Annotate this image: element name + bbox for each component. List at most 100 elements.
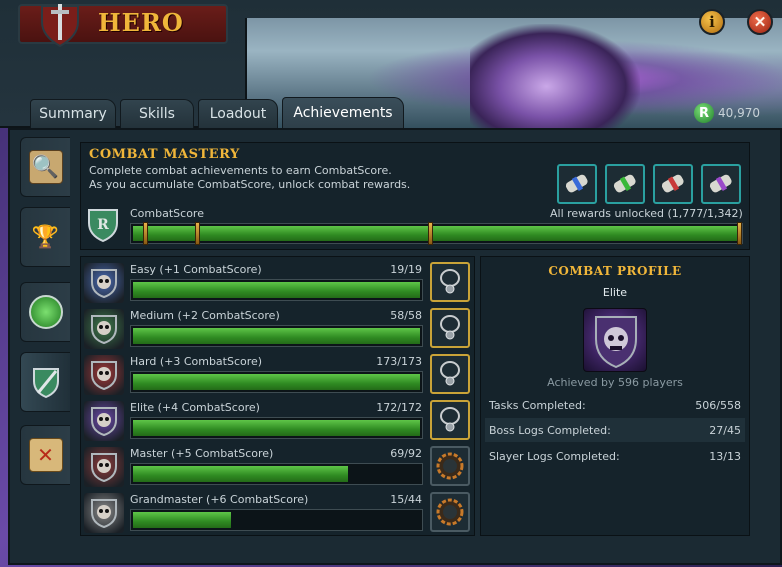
tier-row[interactable]: Master (+5 CombatScore) 69/92 <box>84 444 474 488</box>
necklace-icon <box>440 407 460 432</box>
reward-marker <box>737 222 742 245</box>
info-button[interactable]: i <box>699 9 725 35</box>
tier-row[interactable]: Medium (+2 CombatScore) 58/58 <box>84 306 474 350</box>
tier-progress-fill <box>133 374 420 390</box>
tab-loadout[interactable]: Loadout <box>198 99 278 128</box>
stat-value: 27/45 <box>709 423 741 437</box>
combatscore-progress-bar <box>130 222 743 245</box>
necklace-icon <box>440 269 460 294</box>
tab-label: Skills <box>139 106 175 122</box>
page-title: HERO <box>98 8 184 37</box>
tier-skull-emblem-icon <box>84 447 124 487</box>
tier-row[interactable]: Easy (+1 CombatScore) 19/19 <box>84 260 474 304</box>
close-button[interactable]: ✕ <box>747 9 773 35</box>
green-scroll-icon <box>613 174 636 193</box>
reward-slot-red[interactable] <box>653 164 693 204</box>
locked-reward-icon <box>436 452 464 480</box>
tier-progress-fill <box>133 420 420 436</box>
stat-row-tasks: Tasks Completed: 506/558 <box>485 393 745 417</box>
tier-reward-slot[interactable] <box>430 354 470 394</box>
tab-label: Achievements <box>293 105 393 121</box>
tier-row[interactable]: Hard (+3 CombatScore) 173/173 <box>84 352 474 396</box>
svg-text:R: R <box>97 217 109 233</box>
tier-reward-slot[interactable] <box>430 308 470 348</box>
tier-reward-slot[interactable] <box>430 400 470 440</box>
info-icon: i <box>709 13 715 31</box>
magnifier-scroll-icon: 🔍 <box>28 150 63 184</box>
tab-achievements[interactable]: Achievements <box>282 97 404 128</box>
reward-marker <box>428 222 433 245</box>
tier-label: Medium (+2 CombatScore) <box>130 309 280 322</box>
rewards-unlocked-text: All rewards unlocked (1,777/1,342) <box>550 207 743 220</box>
reward-slot-green[interactable] <box>605 164 645 204</box>
mastery-description-2: As you accumulate CombatScore, unlock co… <box>89 178 411 191</box>
elite-skull-emblem-icon <box>583 308 647 372</box>
mastery-title: COMBAT MASTERY <box>89 147 240 162</box>
tab-label: Summary <box>39 106 107 122</box>
mastery-description-1: Complete combat achievements to earn Com… <box>89 164 392 177</box>
necklace-icon <box>440 361 460 386</box>
blue-scroll-icon <box>565 174 588 193</box>
tier-count: 173/173 <box>376 355 422 368</box>
purple-scroll-icon <box>709 174 732 193</box>
locked-reward-icon <box>436 498 464 526</box>
shield-sword-emblem-icon <box>41 4 79 48</box>
stat-label: Tasks Completed: <box>489 398 586 412</box>
reward-marker <box>143 222 148 245</box>
tier-label: Grandmaster (+6 CombatScore) <box>130 493 309 506</box>
tier-progress-bar <box>130 417 423 439</box>
tab-label: Loadout <box>209 106 267 122</box>
tier-skull-emblem-icon <box>84 401 124 441</box>
tier-skull-emblem-icon <box>84 309 124 349</box>
tier-reward-slot[interactable] <box>430 492 470 532</box>
tier-label: Elite (+4 CombatScore) <box>130 401 260 414</box>
side-tab-search[interactable]: 🔍 <box>20 137 70 197</box>
reward-marker <box>195 222 200 245</box>
runecoin-icon: R <box>694 103 714 123</box>
tier-row[interactable]: Grandmaster (+6 CombatScore) 15/44 <box>84 490 474 534</box>
tier-progress-fill <box>133 512 231 528</box>
tier-label: Easy (+1 CombatScore) <box>130 263 262 276</box>
tier-progress-fill <box>133 466 348 482</box>
combatscore-progress-fill <box>133 226 740 241</box>
treasure-map-icon: ✕ <box>28 438 63 472</box>
tier-skull-emblem-icon <box>84 493 124 533</box>
header-bar: HERO i ✕ Summary Skills Loadout Achievem… <box>0 0 782 128</box>
tier-count: 69/92 <box>390 447 422 460</box>
tier-progress-bar <box>130 371 423 393</box>
banner-character <box>470 24 640 128</box>
stat-label: Boss Logs Completed: <box>489 423 611 437</box>
tier-progress-fill <box>133 328 420 344</box>
trophy-icon: 🏆 <box>31 224 60 250</box>
stat-value: 13/13 <box>709 449 741 463</box>
reward-slot-purple[interactable] <box>701 164 741 204</box>
tier-skull-emblem-icon <box>84 355 124 395</box>
tier-skull-emblem-icon <box>84 263 124 303</box>
currency-display: R 40,970 <box>694 101 760 125</box>
necklace-icon <box>440 315 460 340</box>
tab-summary[interactable]: Summary <box>30 99 116 128</box>
close-icon: ✕ <box>753 13 767 31</box>
currency-amount: 40,970 <box>718 106 760 120</box>
tier-count: 172/172 <box>376 401 422 414</box>
stat-row-boss-logs: Boss Logs Completed: 27/45 <box>485 418 745 442</box>
reward-slot-blue[interactable] <box>557 164 597 204</box>
achieved-by-text: Achieved by 596 players <box>547 376 683 389</box>
tier-row[interactable]: Elite (+4 CombatScore) 172/172 <box>84 398 474 442</box>
side-tab-medallion[interactable] <box>20 282 70 342</box>
side-tab-map[interactable]: ✕ <box>20 425 70 485</box>
tier-progress-bar <box>130 509 423 531</box>
tier-label: Master (+5 CombatScore) <box>130 447 274 460</box>
combatscore-label: CombatScore <box>130 207 204 220</box>
profile-rank: Elite <box>602 286 628 299</box>
tier-reward-slot[interactable] <box>430 262 470 302</box>
stat-row-slayer-logs: Slayer Logs Completed: 13/13 <box>485 444 745 468</box>
tab-skills[interactable]: Skills <box>120 99 194 128</box>
tier-progress-bar <box>130 279 423 301</box>
tier-progress-fill <box>133 282 420 298</box>
side-tab-trophies[interactable]: 🏆 <box>20 207 70 267</box>
tier-count: 15/44 <box>390 493 422 506</box>
tier-progress-bar <box>130 325 423 347</box>
tier-reward-slot[interactable] <box>430 446 470 486</box>
side-tab-combat[interactable] <box>20 352 70 412</box>
